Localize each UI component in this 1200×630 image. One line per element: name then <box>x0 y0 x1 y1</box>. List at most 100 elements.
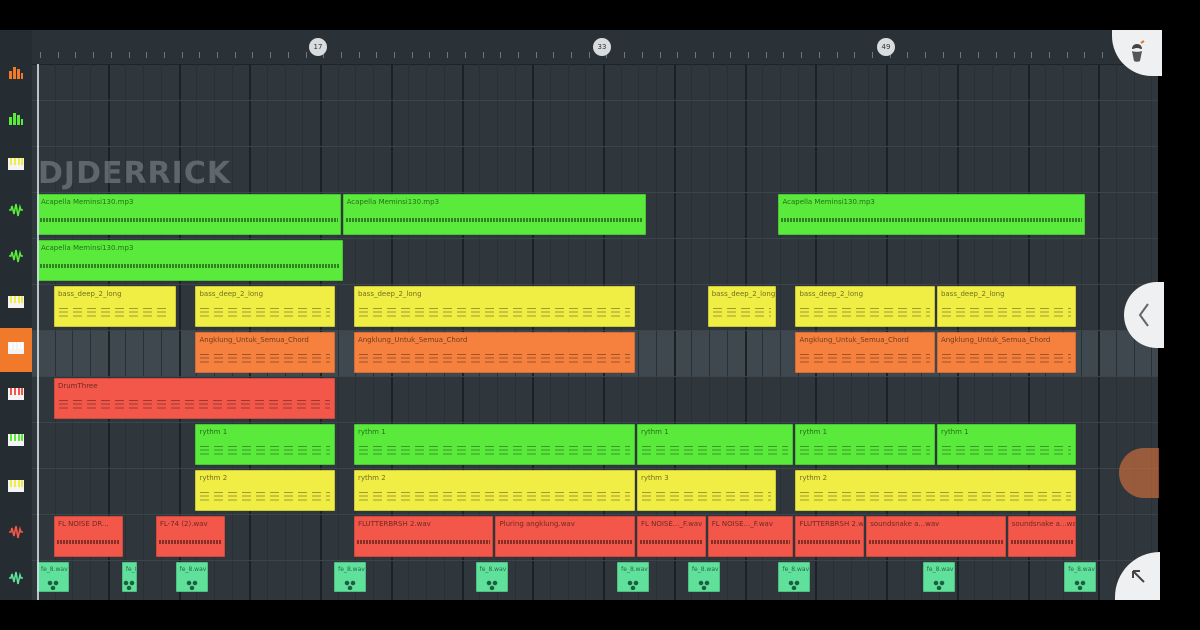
playlist-clip[interactable]: fe_8.wav <box>334 562 367 592</box>
playlist-clip[interactable]: bass_deep_2_long <box>53 286 177 327</box>
ruler-tick <box>694 52 696 58</box>
playlist-clip[interactable]: FLUTTERBRSH 2.wav <box>353 516 494 557</box>
playlist-clip[interactable]: FL NOISE..._F.wav <box>707 516 794 557</box>
piano-keys-icon <box>7 339 25 361</box>
grid-line <box>125 64 127 600</box>
playlist-clip[interactable]: Pluring angklung.wav <box>495 516 635 557</box>
arrow-up-left-icon <box>1131 570 1145 583</box>
playlist-clip[interactable]: rythm 2 <box>353 470 635 511</box>
playlist-clip[interactable]: Acapella Meminsi130.mp3 <box>37 194 341 235</box>
clip-label: FL NOISE..._F.wav <box>640 520 703 528</box>
playlist-grid[interactable]: Acapella Meminsi130.mp3 Acapella Meminsi1… <box>32 64 1158 600</box>
playlist-clip[interactable]: bass_deep_2_long <box>795 286 935 327</box>
clip-label: soundsnake a...wav <box>870 520 940 528</box>
ruler-tick <box>464 52 466 58</box>
track-button[interactable] <box>0 52 32 96</box>
playlist-clip[interactable]: Angklung_Untuk_Semua_Chord <box>795 332 935 373</box>
playlist-clip[interactable]: rythm 1 <box>936 424 1077 465</box>
track-button[interactable] <box>0 282 32 326</box>
track-button[interactable] <box>0 236 32 280</box>
playlist-clip[interactable]: fe_8.wav <box>778 562 811 592</box>
track-button[interactable] <box>0 512 32 556</box>
ruler-tick <box>677 52 679 58</box>
watermark-text: DJDERRICK <box>38 156 232 191</box>
track-button[interactable] <box>0 144 32 188</box>
playlist-clip[interactable]: bass_deep_2_long <box>936 286 1077 327</box>
playlist-clip[interactable]: fe_8.wav <box>687 562 720 592</box>
playlist-clip[interactable]: Acapella Meminsi130.mp3 <box>37 240 344 281</box>
timeline-ruler[interactable]: 17 33 49 <box>32 30 1158 65</box>
clip-label: bass_deep_2_long <box>199 290 264 298</box>
bar-marker[interactable]: 17 <box>309 38 327 56</box>
playhead[interactable] <box>37 64 39 600</box>
ruler-tick <box>500 52 502 58</box>
beat-icon <box>46 580 59 590</box>
ruler-tick <box>411 52 413 58</box>
ruler-tick <box>394 52 395 58</box>
beat-icon <box>485 580 498 590</box>
ruler-tick <box>199 52 201 58</box>
ruler-tick <box>93 52 95 58</box>
track-button[interactable] <box>0 98 32 142</box>
clip-label: fe_8.wav <box>125 566 136 573</box>
ruler-tick <box>517 52 519 58</box>
ruler-tick <box>624 52 626 58</box>
playlist-clip[interactable]: fe_8.wav <box>37 562 69 592</box>
ruler-tick <box>571 52 572 58</box>
mixer-meter-icon <box>7 63 25 85</box>
playlist-clip[interactable]: soundsnake a...wav <box>1007 516 1077 557</box>
audio-wave-icon <box>7 247 25 269</box>
ruler-tick <box>925 52 926 58</box>
playlist-clip[interactable]: fe_8.wav <box>617 562 650 592</box>
track-button[interactable] <box>0 190 32 234</box>
clip-label: FLUTTERBRSH 2.wav <box>799 520 864 528</box>
bar-marker[interactable]: 33 <box>593 38 611 56</box>
playlist-clip[interactable]: soundsnake a...wav <box>866 516 1006 557</box>
playlist-clip[interactable]: rythm 2 <box>195 470 335 511</box>
playlist-clip[interactable]: fe_8.wav <box>922 562 955 592</box>
playlist-clip[interactable]: rythm 1 <box>636 424 794 465</box>
ruler-tick <box>641 52 643 58</box>
bar-marker[interactable]: 49 <box>877 38 895 56</box>
playlist-clip[interactable]: fe_8.wav <box>175 562 208 592</box>
playlist-clip[interactable]: fe_8.wav <box>1064 562 1097 592</box>
track-button[interactable] <box>0 328 32 372</box>
playlist-clip[interactable]: Acapella Meminsi130.mp3 <box>342 194 647 235</box>
track-button[interactable] <box>0 420 32 464</box>
playlist-clip[interactable]: Angklung_Untuk_Semua_Chord <box>936 332 1077 373</box>
beat-icon <box>697 580 710 590</box>
track-button[interactable] <box>0 374 32 418</box>
playlist-clip[interactable]: Angklung_Untuk_Semua_Chord <box>353 332 635 373</box>
playlist-clip[interactable]: rythm 1 <box>195 424 335 465</box>
playlist-clip[interactable]: FLUTTERBRSH 2.wav <box>795 516 865 557</box>
waveform <box>345 215 644 225</box>
pattern-notes <box>941 351 1072 366</box>
playlist-clip[interactable]: bass_deep_2_long <box>195 286 335 327</box>
ruler-tick <box>1066 52 1068 58</box>
clip-label: bass_deep_2_long <box>57 290 122 298</box>
playlist-clip[interactable]: DrumThree <box>53 378 335 419</box>
playlist-clip[interactable]: Angklung_Untuk_Semua_Chord <box>195 332 335 373</box>
clip-label: Angklung_Untuk_Semua_Chord <box>199 336 309 344</box>
playlist-clip[interactable]: FL NOISE DR... <box>53 516 123 557</box>
track-button[interactable] <box>0 558 32 600</box>
waveform <box>1010 537 1074 547</box>
playlist-clip[interactable]: rythm 3 <box>636 470 777 511</box>
playlist-clip[interactable]: fe_8.wav <box>121 562 137 592</box>
grid-line <box>1115 64 1117 600</box>
ruler-tick <box>978 52 980 58</box>
track-button[interactable] <box>0 466 32 510</box>
playlist-clip[interactable]: FL NOISE..._F.wav <box>636 516 706 557</box>
lane-divider <box>32 560 1158 561</box>
playlist-clip[interactable]: rythm 2 <box>795 470 1077 511</box>
playlist-clip[interactable]: bass_deep_2_long <box>707 286 777 327</box>
playlist-clip[interactable]: rythm 1 <box>353 424 635 465</box>
ruler-tick <box>1013 52 1015 58</box>
pattern-notes <box>200 489 330 504</box>
playlist-clip[interactable]: rythm 1 <box>795 424 935 465</box>
playlist-clip[interactable]: FL-74 (2).wav <box>155 516 225 557</box>
playlist-clip[interactable]: bass_deep_2_long <box>353 286 635 327</box>
playlist-clip[interactable]: Acapella Meminsi130.mp3 <box>778 194 1085 235</box>
clip-label: rythm 1 <box>799 428 828 436</box>
playlist-clip[interactable]: fe_8.wav <box>475 562 508 592</box>
